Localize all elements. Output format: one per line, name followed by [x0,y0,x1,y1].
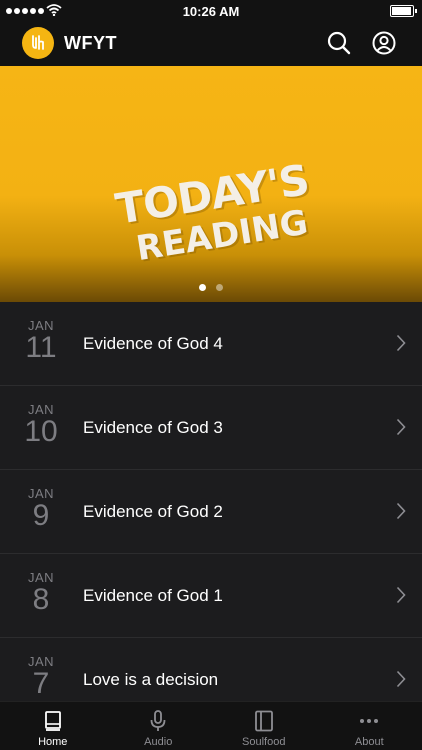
item-title: Evidence of God 2 [83,502,223,521]
date-day: 8 [32,583,50,616]
search-icon[interactable] [326,30,352,56]
tab-bar: Home Audio Soulfood About [0,701,422,750]
item-title: Evidence of God 3 [83,418,223,437]
date-day: 11 [25,331,57,364]
book-icon [44,711,61,731]
chevron-right-icon [396,670,406,688]
journal-icon [254,710,273,732]
list-item[interactable]: JAN 9 Evidence of God 2 [0,470,422,554]
date-badge: JAN 9 [18,486,64,532]
date-badge: JAN 7 [18,654,64,700]
battery-icon [390,5,417,17]
date-day: 7 [32,667,50,700]
tab-label: About [354,736,384,748]
reading-list: JAN 11 Evidence of God 4 JAN 10 Evidence… [0,302,422,702]
page-dot-1[interactable] [199,284,206,291]
date-day: 10 [24,415,58,448]
list-item[interactable]: JAN 10 Evidence of God 3 [0,386,422,470]
chevron-right-icon [396,334,406,352]
tab-soulfood[interactable]: Soulfood [211,702,317,750]
page-dot-2[interactable] [216,284,223,291]
tab-label: Audio [144,736,173,748]
chevron-right-icon [396,418,406,436]
date-badge: JAN 10 [18,402,64,448]
item-title: Love is a decision [83,670,219,689]
tab-label: Home [38,736,68,748]
item-title: Evidence of God 1 [83,586,223,605]
status-time: 10:26 AM [182,4,240,19]
page-indicator [0,284,422,291]
tab-about[interactable]: About [317,702,422,750]
nav-bar: WFYT [0,22,422,66]
hero-banner[interactable]: TODAY'S READING [0,66,422,302]
tab-audio[interactable]: Audio [106,702,212,750]
tab-label: Soulfood [242,736,286,748]
date-day: 9 [32,499,50,532]
tab-home[interactable]: Home [0,702,106,750]
status-bar: 10:26 AM [0,0,422,22]
chevron-right-icon [396,502,406,520]
item-title: Evidence of God 4 [83,334,223,353]
hero-title: TODAY'S READING [112,155,313,269]
profile-icon[interactable] [371,30,397,56]
logo-mark-icon [32,35,44,50]
list-item[interactable]: JAN 7 Love is a decision [0,638,422,702]
microphone-icon [150,710,166,731]
app-title: WFYT [64,33,117,53]
app-logo[interactable] [22,27,54,59]
date-badge: JAN 11 [18,318,64,364]
chevron-right-icon [396,586,406,604]
more-icon [360,719,379,723]
list-item[interactable]: JAN 11 Evidence of God 4 [0,302,422,386]
date-badge: JAN 8 [18,570,64,616]
list-item[interactable]: JAN 8 Evidence of God 1 [0,554,422,638]
